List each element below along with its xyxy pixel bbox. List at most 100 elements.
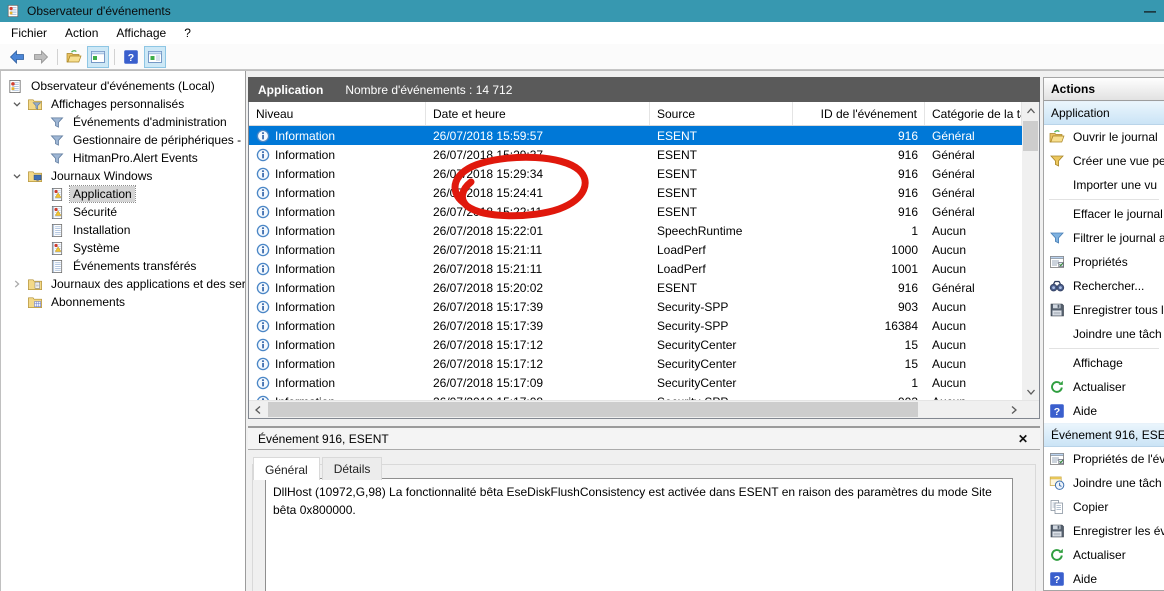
tree-item-application[interactable]: Application — [1, 185, 245, 203]
column-header-source[interactable]: Source — [650, 102, 793, 125]
event-row[interactable]: Information 26/07/2018 15:29:34 ESENT 916 Gé… — [249, 164, 1022, 183]
menu-item-affichage[interactable]: Affichage — [107, 23, 175, 43]
tree-item-abonnements[interactable]: Abonnements — [1, 293, 245, 311]
tab-dtails[interactable]: Détails — [321, 457, 383, 480]
tree-item-journaux-des-applications-et-d[interactable]: Journaux des applications et des servi — [1, 275, 245, 293]
tree-item-observateur-d-v-nements-local-[interactable]: Observateur d'événements (Local) — [1, 77, 245, 95]
action-aide[interactable]: ? Aide — [1044, 567, 1164, 590]
action-aide[interactable]: ? Aide — [1044, 399, 1164, 423]
action-importer-une-vu[interactable]: Importer une vu — [1044, 173, 1164, 197]
tree-item-installation[interactable]: Installation — [1, 221, 245, 239]
show-hide-action-pane-button[interactable] — [144, 45, 166, 68]
chevron-placeholder — [7, 295, 27, 309]
event-date: 26/07/2018 15:17:39 — [433, 318, 544, 333]
scroll-down-icon[interactable] — [1022, 383, 1039, 400]
menu-item-fichier[interactable]: Fichier — [2, 23, 56, 43]
vertical-scrollbar[interactable] — [1022, 102, 1039, 400]
action-cr-er-une-vue-pe[interactable]: Créer une vue pe — [1044, 149, 1164, 173]
actions-section-header[interactable]: Événement 916, ESEN — [1044, 423, 1164, 447]
action-propri-t-s[interactable]: Propriétés — [1044, 250, 1164, 274]
action-actualiser[interactable]: Actualiser — [1044, 543, 1164, 567]
action-label: Enregistrer tous l — [1073, 303, 1164, 317]
information-icon — [256, 186, 270, 200]
event-row[interactable]: Information 26/07/2018 15:17:12 SecurityCe… — [249, 354, 1022, 373]
action-ouvrir-le-journal[interactable]: Ouvrir le journal — [1044, 125, 1164, 149]
copy-icon — [1049, 499, 1065, 515]
event-message-box[interactable]: DllHost (10972,G,98) La fonctionnalité b… — [265, 478, 1013, 591]
chevron-down-icon[interactable] — [7, 97, 27, 111]
forward-button[interactable] — [30, 46, 52, 68]
tree-item--v-nements-transf-r-s[interactable]: Événements transférés — [1, 257, 245, 275]
action-affichage[interactable]: Affichage — [1044, 351, 1164, 375]
help-button[interactable]: ? — [120, 46, 142, 68]
action-copier[interactable]: Copier — [1044, 495, 1164, 519]
close-icon[interactable]: ✕ — [1016, 432, 1030, 446]
event-row[interactable]: Information26/07/2018 15:17:08Security-S… — [249, 392, 1022, 400]
event-row[interactable]: Information 26/07/2018 15:17:09 SecurityCe… — [249, 373, 1022, 392]
menu-item-help[interactable]: ? — [175, 23, 200, 43]
event-row[interactable]: Information 26/07/2018 15:59:57 ESENT 916 Gé… — [249, 126, 1022, 145]
event-viewer-window: Observateur d'événements — Fichier Action… — [0, 0, 1164, 591]
horizontal-scrollbar[interactable] — [249, 400, 1039, 418]
event-row[interactable]: Information 26/07/2018 15:22:01 SpeechRunt… — [249, 221, 1022, 240]
event-row[interactable]: Information 26/07/2018 15:17:12 SecurityCe… — [249, 335, 1022, 354]
console-tree-panel: Observateur d'événements (Local) Affichag… — [0, 71, 246, 591]
tree-item-syst-me[interactable]: Système — [1, 239, 245, 257]
chevron-down-icon[interactable] — [7, 169, 27, 183]
menu-item-action[interactable]: Action — [56, 23, 107, 43]
minimize-button[interactable]: — — [1142, 1, 1158, 21]
event-row[interactable]: Information 26/07/2018 15:29:37 ESENT 916 Gé… — [249, 145, 1022, 164]
tree-item-affichages-personnalis-s[interactable]: Affichages personnalisés — [1, 95, 245, 113]
action-joindre-une-t-ch[interactable]: Joindre une tâch — [1044, 322, 1164, 346]
action-joindre-une-t-ch[interactable]: Joindre une tâch — [1044, 471, 1164, 495]
event-category: Aucun — [932, 261, 967, 276]
event-row[interactable]: Information 26/07/2018 15:22:11 ESENT 916 Gé… — [249, 202, 1022, 221]
task-clock-icon — [1049, 475, 1065, 491]
icon-placeholder — [1049, 177, 1065, 193]
tree-item-label: Sécurité — [73, 205, 118, 219]
column-header-date-et-heure[interactable]: Date et heure — [426, 102, 650, 125]
folder-open-icon — [1049, 129, 1065, 145]
event-row[interactable]: Information 26/07/2018 15:20:02 ESENT 916 Gé… — [249, 278, 1022, 297]
tree-item--v-nements-d-administration[interactable]: Événements d'administration — [1, 113, 245, 131]
action-label: Affichage — [1073, 356, 1123, 370]
scroll-right-icon[interactable] — [1005, 401, 1022, 418]
scroll-left-icon[interactable] — [249, 401, 266, 418]
tree-item-gestionnaire-de-p-riph-riques-[interactable]: Gestionnaire de périphériques - P — [1, 131, 245, 149]
tree-item-label: Système — [73, 241, 120, 255]
log-name: Application — [258, 82, 324, 97]
vertical-scroll-thumb[interactable] — [1023, 121, 1038, 151]
event-source: SpeechRuntime — [657, 223, 743, 238]
tab-gnral[interactable]: Général — [253, 457, 320, 480]
event-id: 16384 — [884, 318, 918, 333]
tree-item-hitmanpro-alert-events[interactable]: HitmanPro.Alert Events — [1, 149, 245, 167]
event-category: Aucun — [932, 242, 967, 257]
action-propri-t-s-de-l-v[interactable]: Propriétés de l'év — [1044, 447, 1164, 471]
action-enregistrer-tous-l[interactable]: Enregistrer tous l — [1044, 298, 1164, 322]
event-source: SecurityCenter — [657, 375, 737, 390]
event-row[interactable]: Information 26/07/2018 15:24:41 ESENT 916 Gé… — [249, 183, 1022, 202]
action-actualiser[interactable]: Actualiser — [1044, 375, 1164, 399]
action-effacer-le-journal[interactable]: Effacer le journal — [1044, 202, 1164, 226]
event-date: 26/07/2018 15:29:34 — [433, 166, 544, 181]
event-row[interactable]: Information 26/07/2018 15:17:39 Security-S… — [249, 316, 1022, 335]
horizontal-scroll-thumb[interactable] — [268, 402, 919, 417]
column-header-id-de-l-v-nement[interactable]: ID de l'événement — [793, 102, 925, 125]
action-filtrer-le-journal-a[interactable]: Filtrer le journal a — [1044, 226, 1164, 250]
action-enregistrer-les-v[interactable]: Enregistrer les év — [1044, 519, 1164, 543]
event-row[interactable]: Information 26/07/2018 15:17:39 Security-S… — [249, 297, 1022, 316]
column-header-cat-gorie-de-la-t-[interactable]: Catégorie de la tâ — [925, 102, 1022, 125]
show-hide-console-tree-button[interactable] — [87, 45, 109, 68]
event-row[interactable]: Information 26/07/2018 15:21:11 LoadPerf 10… — [249, 240, 1022, 259]
action-rechercher-[interactable]: Rechercher... — [1044, 274, 1164, 298]
tree-item-s-curit-[interactable]: Sécurité — [1, 203, 245, 221]
chevron-right-icon[interactable] — [7, 277, 27, 291]
open-saved-log-button[interactable] — [63, 46, 85, 68]
tree-item-journaux-windows[interactable]: Journaux Windows — [1, 167, 245, 185]
actions-section-header[interactable]: Application — [1044, 101, 1164, 125]
scroll-up-icon[interactable] — [1022, 102, 1039, 119]
event-row[interactable]: Information 26/07/2018 15:21:11 LoadPerf 10… — [249, 259, 1022, 278]
panel-left-icon — [90, 49, 106, 65]
column-header-niveau[interactable]: Niveau — [249, 102, 426, 125]
back-button[interactable] — [6, 46, 28, 68]
